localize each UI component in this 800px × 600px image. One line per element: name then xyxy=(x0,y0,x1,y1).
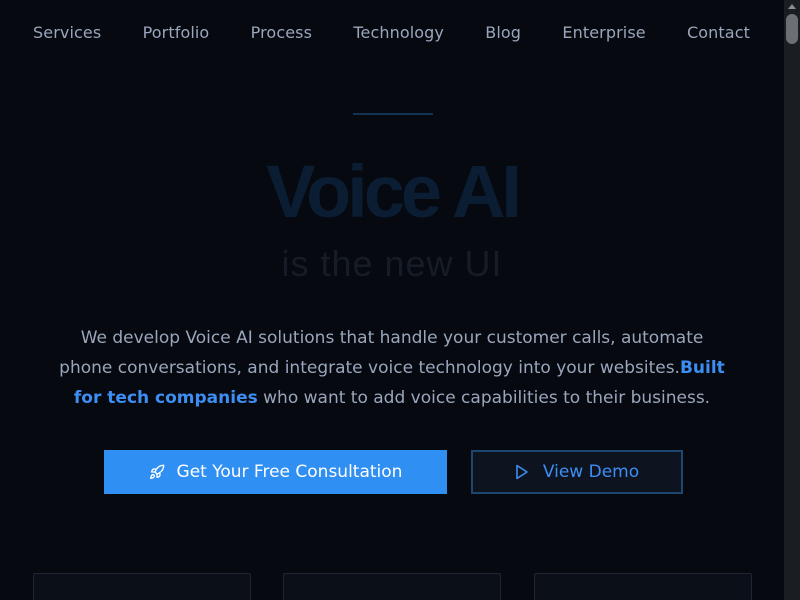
nav-process[interactable]: Process xyxy=(251,23,312,42)
hero-subtitle: is the new UI xyxy=(281,243,503,284)
nav-enterprise[interactable]: Enterprise xyxy=(562,23,645,42)
nav-contact[interactable]: Contact xyxy=(687,23,750,42)
scrollbar-thumb[interactable] xyxy=(786,14,798,44)
hero-description-text: We develop Voice AI solutions that handl… xyxy=(59,328,704,378)
top-nav: Services Portfolio Process Technology Bl… xyxy=(0,0,784,64)
hero-description-end: who want to add voice capabilities to th… xyxy=(257,388,711,408)
nav-technology[interactable]: Technology xyxy=(353,23,444,42)
nav-blog[interactable]: Blog xyxy=(485,23,521,42)
play-icon xyxy=(515,464,529,480)
hero-divider xyxy=(353,113,433,115)
get-consultation-button[interactable]: Get Your Free Consultation xyxy=(104,450,447,494)
feature-card-3 xyxy=(534,573,752,600)
nav-portfolio[interactable]: Portfolio xyxy=(143,23,210,42)
nav-services[interactable]: Services xyxy=(33,23,101,42)
hero-title: Voice AI xyxy=(266,150,522,233)
page: Services Portfolio Process Technology Bl… xyxy=(0,0,800,600)
vertical-scrollbar[interactable] xyxy=(784,0,800,600)
scroll-up-arrow-icon[interactable] xyxy=(788,4,796,9)
hero-description: We develop Voice AI solutions that handl… xyxy=(52,323,732,413)
get-consultation-label: Get Your Free Consultation xyxy=(176,462,403,482)
feature-card-1 xyxy=(33,573,251,600)
feature-card-2 xyxy=(283,573,501,600)
view-demo-label: View Demo xyxy=(542,462,640,482)
rocket-icon xyxy=(149,464,165,480)
view-demo-button[interactable]: View Demo xyxy=(471,450,683,494)
